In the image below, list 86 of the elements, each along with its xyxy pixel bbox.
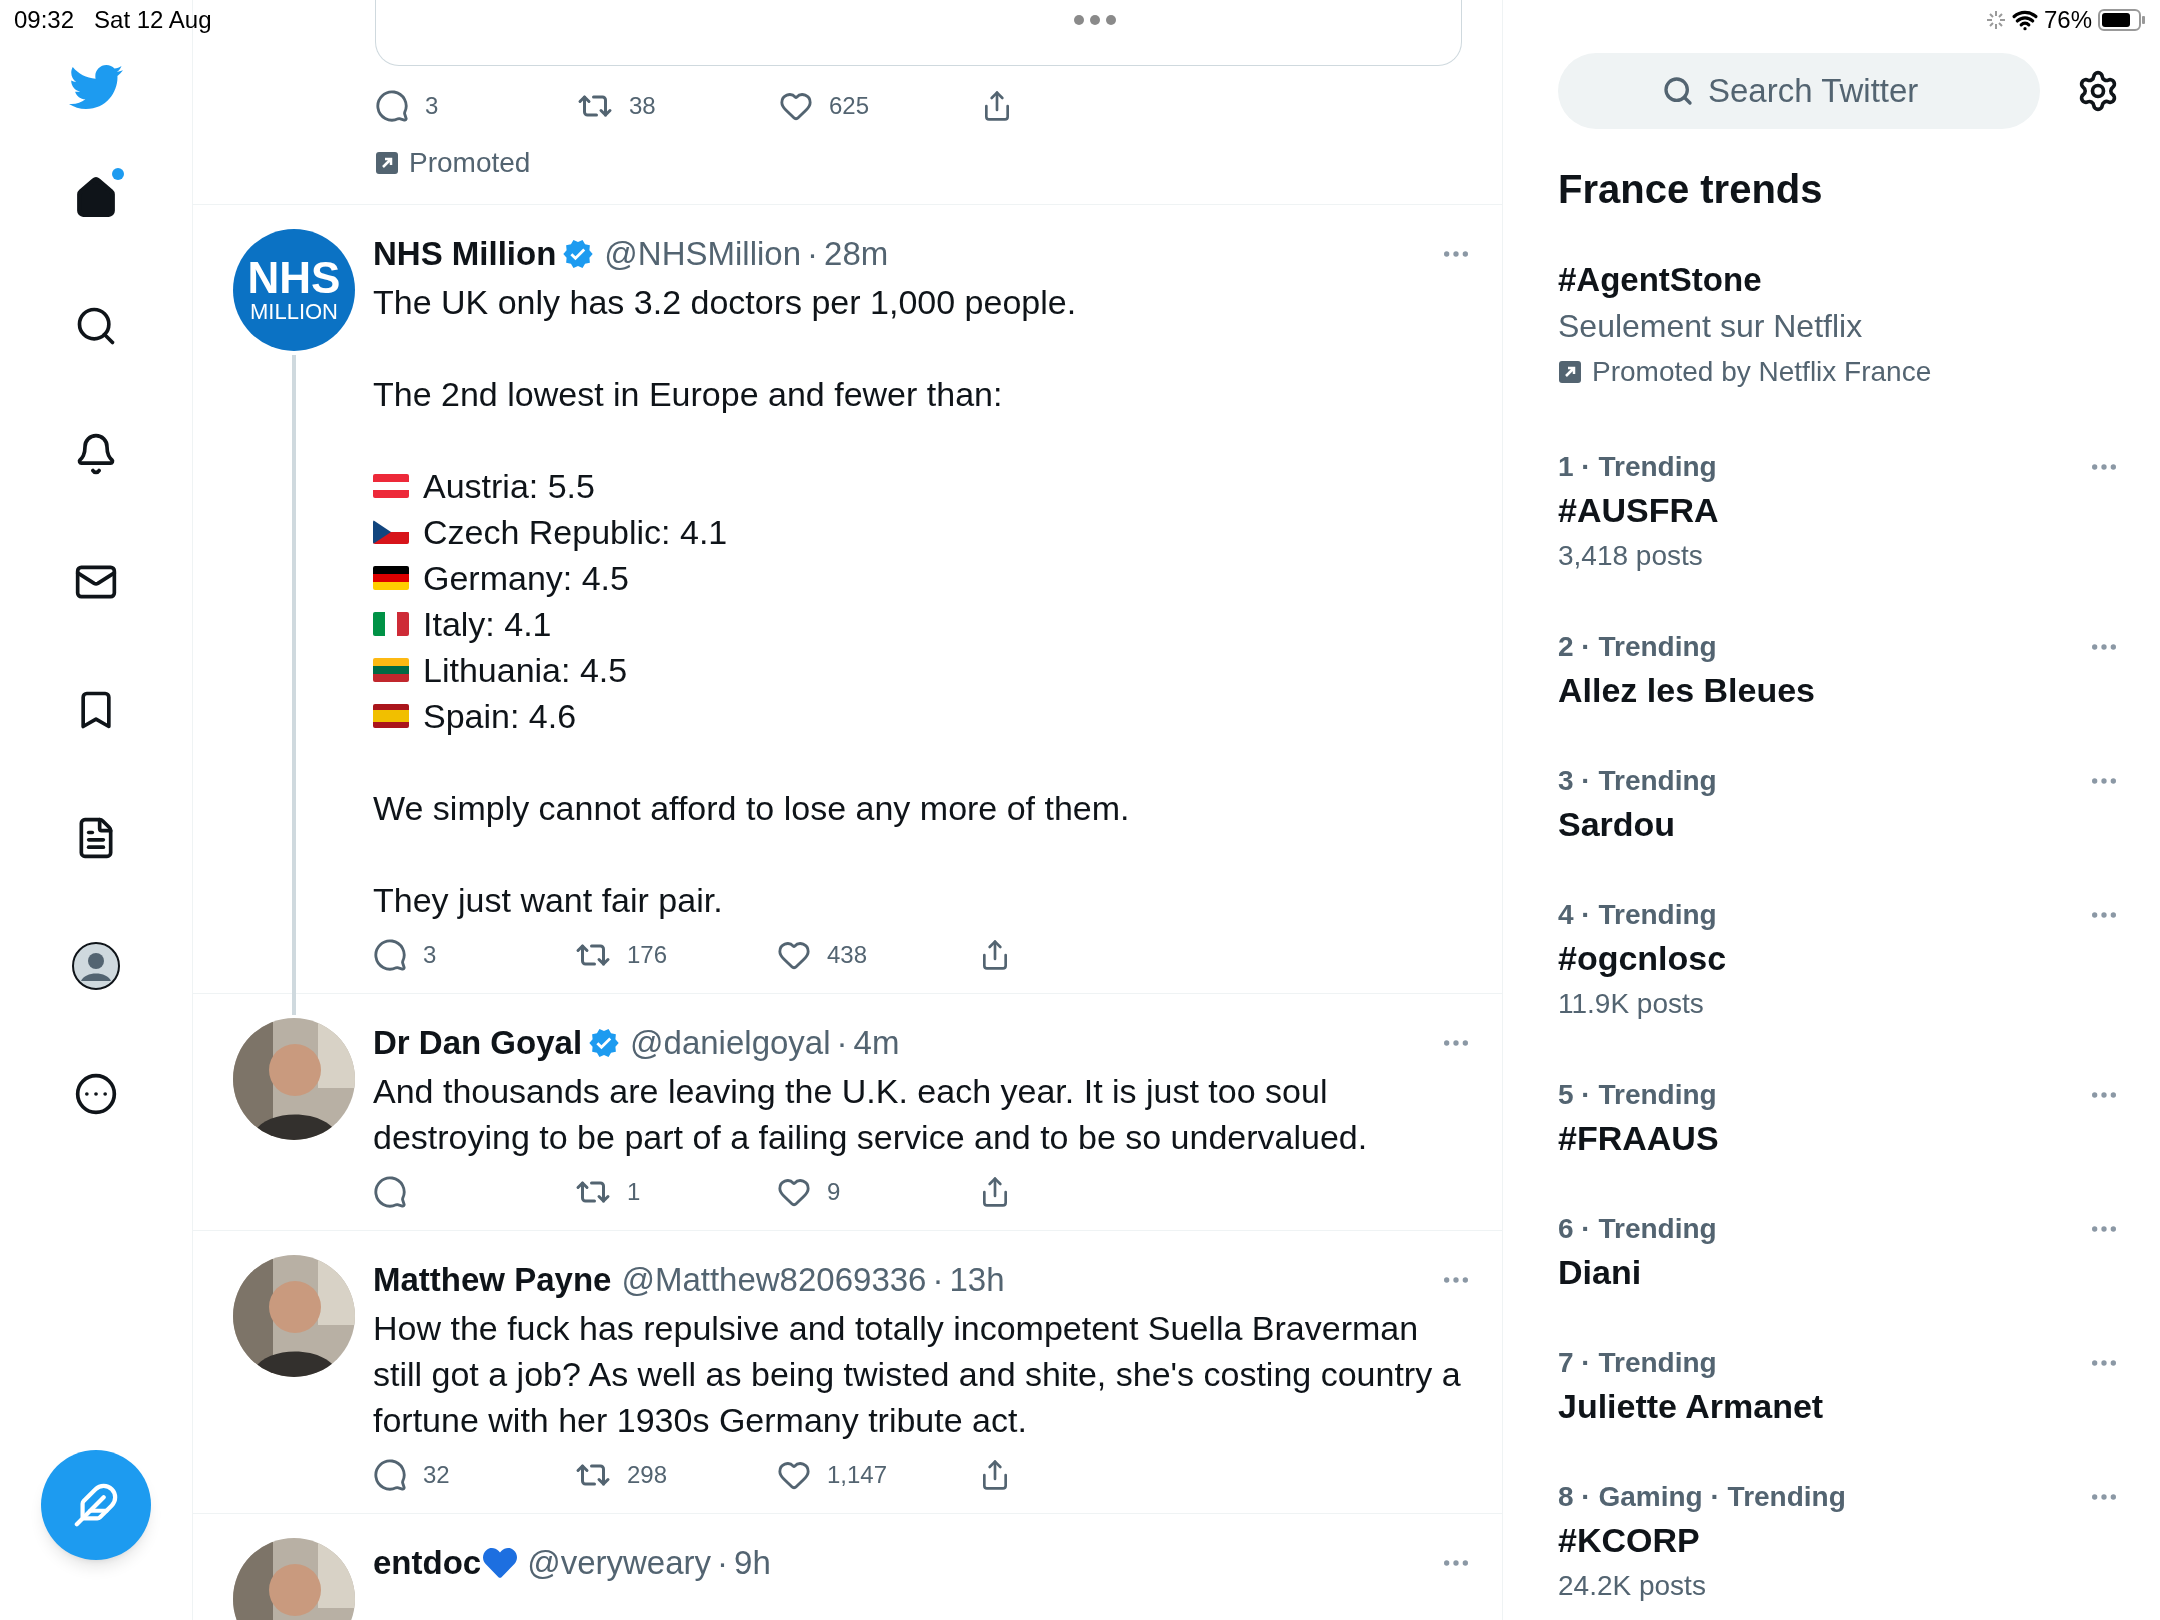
like-count: 625 (829, 91, 870, 121)
logo-text: NHS (247, 256, 341, 300)
search-field[interactable]: Search Twitter (1558, 53, 2040, 129)
author-handle[interactable]: @NHSMillion (604, 229, 802, 279)
tweet-text: The UK only has 3.2 doctors per 1,000 people. (373, 282, 1078, 323)
author-name[interactable]: Matthew Payne (373, 1255, 612, 1305)
trend-name[interactable]: #KCORP (1558, 1517, 2120, 1563)
trend-meta: 2 · Trending (1558, 630, 1717, 664)
tweet-text: They just want fair pair. (373, 880, 724, 921)
logo-subtext: MILLION (250, 300, 338, 324)
trend-name[interactable]: Juliette Armanet (1558, 1383, 2120, 1429)
loading-icon (1985, 10, 2006, 30)
status-date: Sat 12 Aug (94, 5, 212, 35)
author-name[interactable]: NHS Million (373, 229, 557, 279)
promoted-icon (1558, 360, 1582, 384)
retweet-count: 1 (627, 1177, 641, 1207)
trend-meta: 4 · Trending (1558, 898, 1717, 932)
battery-percent: 76% (2043, 5, 2092, 35)
reply-icon[interactable] (373, 938, 407, 972)
author-handle[interactable]: @danielgoyal (630, 1018, 831, 1068)
trend-meta: 8 · Gaming · Trending (1558, 1480, 1846, 1514)
trend-name[interactable]: #AUSFRA (1558, 487, 2120, 533)
tweet-time: 13h (949, 1260, 1005, 1301)
author-handle[interactable]: @veryweary (527, 1538, 712, 1588)
tweet-time: 28m (824, 234, 889, 275)
reply-icon[interactable] (373, 1175, 407, 1209)
reply-count: 3 (425, 91, 439, 121)
tweet-text: Lithuania: 4.5 (423, 650, 628, 691)
trend-posts: 24.2K posts (1558, 1569, 1707, 1603)
tweet-text: The 2nd lowest in Europe and fewer than: (373, 374, 1004, 415)
trend-name[interactable]: Allez les Bleues (1558, 667, 2120, 713)
trend-posts: 11.9K posts (1558, 987, 1705, 1021)
trend-meta: 3 · Trending (1558, 764, 1717, 798)
trend-meta: 6 · Trending (1558, 1212, 1717, 1246)
retweet-count: 298 (627, 1460, 668, 1490)
reply-count: 3 (423, 940, 437, 970)
like-count: 1,147 (827, 1460, 888, 1490)
separator-dot: · (836, 1023, 848, 1064)
tweet-text: Czech Republic: 4.1 (423, 512, 728, 553)
tweet-text: How the fuck has repulsive and totally incompetent Suella Braverman still got a job? As well as being twisted and shite, she's costing country a fortune with her 1930s Germany tribute act. (373, 1308, 1462, 1441)
trend-subtitle: Seulement sur Netflix (1558, 307, 1864, 346)
battery-icon (2098, 8, 2146, 32)
tweet-text: Spain: 4.6 (423, 696, 577, 737)
promoted-label: Promoted by Netflix France (1592, 355, 1932, 389)
trend-meta: 5 · Trending (1558, 1078, 1717, 1112)
flag-icon (373, 658, 409, 682)
trend-name[interactable]: #FRAAUS (1558, 1115, 2120, 1161)
separator-dot: · (807, 234, 819, 275)
retweet-count: 38 (629, 91, 656, 121)
separator-dot: · (717, 1543, 729, 1584)
author-handle[interactable]: @Matthew82069336 (621, 1255, 927, 1305)
reply-count: 32 (423, 1460, 450, 1490)
flag-icon (373, 566, 409, 590)
like-count: 9 (827, 1177, 841, 1207)
trend-meta: 1 · Trending (1558, 450, 1717, 484)
trend-name[interactable]: Diani (1558, 1249, 2120, 1295)
trend-posts: 3,418 posts (1558, 539, 1704, 573)
tweet-text: We simply cannot afford to lose any more of them. (373, 788, 1131, 829)
promoted-icon (375, 151, 399, 175)
retweet-count: 176 (627, 940, 668, 970)
tweet-text: Italy: 4.1 (423, 604, 552, 645)
tweet-time: 9h (734, 1543, 771, 1584)
trends-title: France trends (1558, 166, 1824, 213)
status-time: 09:32 (14, 5, 75, 35)
reply-icon[interactable] (375, 89, 409, 123)
trend-meta: 7 · Trending (1558, 1346, 1717, 1380)
tweet-text: And thousands are leaving the U.K. each year. It is just too soul destroying to be part of a failing service and to be so undervalued. (373, 1071, 1369, 1158)
flag-icon (373, 520, 409, 544)
multitasking-dots-icon (1072, 14, 1117, 26)
flag-icon (373, 704, 409, 728)
separator-dot: · (932, 1260, 944, 1301)
trend-name[interactable]: Sardou (1558, 801, 2120, 847)
search-icon (1662, 75, 1694, 107)
author-name[interactable]: entdoc (373, 1538, 482, 1588)
trend-name[interactable]: #AgentStone (1558, 257, 2120, 303)
author-name[interactable]: Dr Dan Goyal (373, 1018, 583, 1068)
like-count: 438 (827, 940, 868, 970)
tweet-time: 4m (853, 1023, 900, 1064)
flag-icon (373, 612, 409, 636)
feather-icon (73, 1482, 119, 1528)
promoted-label: Promoted (409, 146, 531, 180)
tweet-text: Germany: 4.5 (423, 558, 629, 599)
tweet-text: Austria: 5.5 (423, 466, 595, 507)
reply-icon[interactable] (373, 1458, 407, 1492)
flag-icon (373, 474, 409, 498)
trend-name[interactable]: #ogcnlosc (1558, 935, 2120, 981)
